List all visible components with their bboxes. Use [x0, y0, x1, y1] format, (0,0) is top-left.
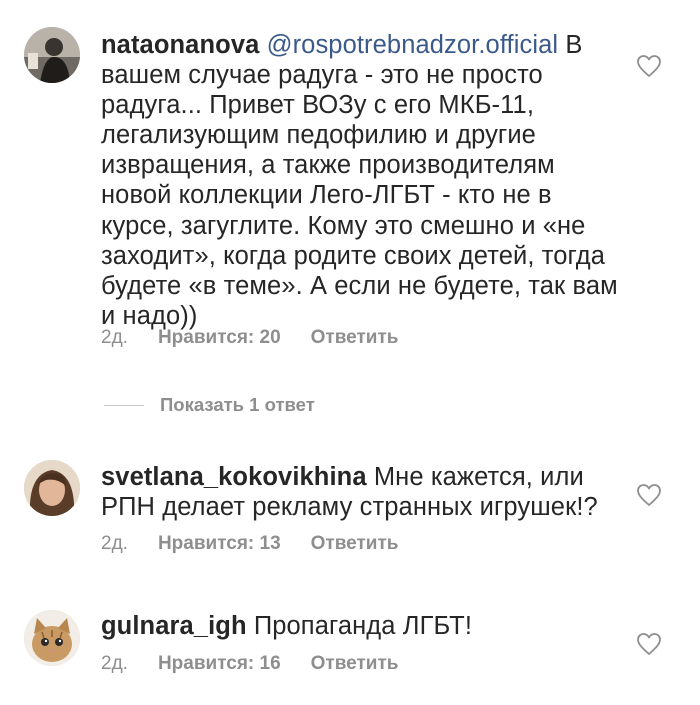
comment-text: svetlana_kokovikhina Мне кажется, или РП…	[101, 462, 621, 522]
comment-body: В вашем случае радуга - это не просто ра…	[101, 31, 618, 330]
comment-text: gulnara_igh Пропаганда ЛГБТ!	[101, 611, 621, 641]
avatar[interactable]	[24, 460, 80, 516]
comment-username[interactable]: nataonanova	[101, 31, 259, 59]
user-photo-woman-icon	[24, 460, 80, 516]
comment-meta: 2д. Нравится: 13 Ответить	[101, 533, 398, 555]
comment-meta: 2д. Нравится: 20 Ответить	[101, 327, 398, 349]
user-photo-kitten-icon	[24, 610, 80, 666]
comment-likes[interactable]: Нравится: 16	[158, 653, 281, 674]
reply-button[interactable]: Ответить	[311, 327, 399, 348]
comment-time[interactable]: 2д.	[101, 533, 128, 554]
comment-time[interactable]: 2д.	[101, 653, 128, 674]
like-heart-icon[interactable]	[636, 483, 662, 507]
like-heart-icon[interactable]	[636, 54, 662, 78]
comment-meta: 2д. Нравится: 16 Ответить	[101, 653, 398, 675]
comment-text: nataonanova @rospotrebnadzor.official В …	[101, 30, 621, 331]
comment-username[interactable]: gulnara_igh	[101, 612, 247, 640]
like-heart-icon[interactable]	[636, 632, 662, 656]
reply-button[interactable]: Ответить	[311, 653, 399, 674]
show-replies-label[interactable]: Показать 1 ответ	[160, 394, 315, 416]
comment-username[interactable]: svetlana_kokovikhina	[101, 463, 367, 491]
comment-mention[interactable]: @rospotrebnadzor.official	[267, 31, 559, 59]
avatar[interactable]	[24, 610, 80, 666]
comment-likes[interactable]: Нравится: 20	[158, 327, 281, 348]
show-replies-button[interactable]: Показать 1 ответ	[104, 394, 315, 416]
comment-body: Пропаганда ЛГБТ!	[253, 612, 473, 640]
replies-divider	[104, 404, 144, 406]
reply-button[interactable]: Ответить	[311, 533, 399, 554]
avatar[interactable]	[24, 27, 80, 83]
user-photo-dark-icon	[24, 27, 80, 83]
comment-likes[interactable]: Нравится: 13	[158, 533, 281, 554]
comment-time[interactable]: 2д.	[101, 327, 128, 348]
